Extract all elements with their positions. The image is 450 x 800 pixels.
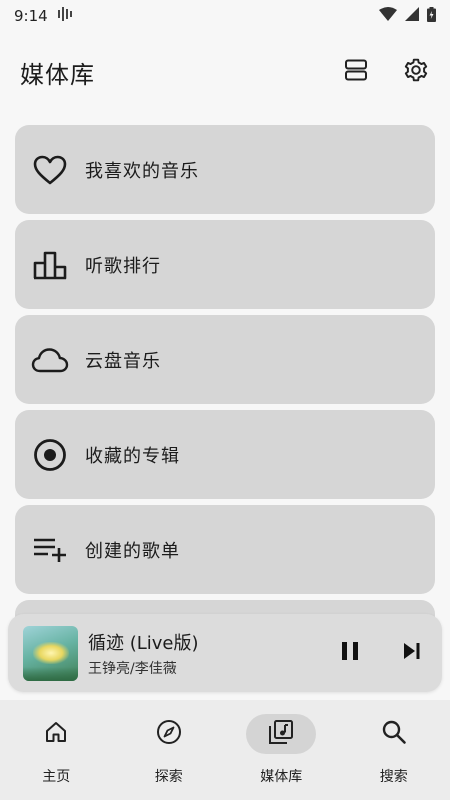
library-music-icon — [268, 719, 294, 749]
heart-icon — [31, 151, 69, 189]
nav-icon-container — [134, 714, 204, 754]
pause-button[interactable] — [336, 639, 364, 667]
library-item-saved-albums[interactable]: 收藏的专辑 — [15, 410, 435, 499]
signal-icon — [405, 7, 419, 25]
wifi-icon — [379, 7, 397, 25]
header-actions — [342, 58, 430, 86]
status-indicators — [379, 6, 436, 26]
layout-toggle-button[interactable] — [342, 58, 370, 86]
library-item-label: 创建的歌单 — [85, 540, 180, 562]
library-item-cloud-music[interactable]: 云盘音乐 — [15, 315, 435, 404]
track-title: 循迹 (Live版) — [88, 632, 199, 654]
nav-label: 搜索 — [379, 769, 408, 785]
skip-next-icon — [403, 642, 421, 664]
library-item-ranking[interactable]: 听歌排行 — [15, 220, 435, 309]
player-controls — [336, 639, 426, 667]
nav-icon-container-active — [246, 714, 317, 754]
bar-chart-icon — [31, 246, 69, 284]
library-item-label: 听歌排行 — [85, 255, 161, 277]
library-item-liked-music[interactable]: 我喜欢的音乐 — [15, 125, 435, 214]
battery-icon — [427, 6, 436, 26]
layout-icon — [344, 58, 368, 86]
status-bar: 9:14 — [0, 0, 450, 32]
home-icon — [44, 720, 68, 748]
playlist-add-icon — [31, 531, 69, 569]
pause-icon — [341, 641, 359, 665]
now-playing-bar[interactable]: 循迹 (Live版) 王铮亮/李佳薇 — [8, 614, 442, 692]
album-icon — [31, 436, 69, 474]
track-info[interactable]: 循迹 (Live版) 王铮亮/李佳薇 — [88, 629, 199, 678]
compass-icon — [156, 719, 182, 749]
nav-label: 主页 — [42, 769, 71, 785]
library-item-label: 云盘音乐 — [85, 350, 161, 372]
library-list: 我喜欢的音乐 听歌排行 云盘音乐 收藏的专辑 创建的歌单 — [15, 125, 435, 640]
nav-item-search[interactable]: 搜索 — [349, 714, 439, 786]
track-artist: 王铮亮/李佳薇 — [88, 660, 177, 677]
gear-icon — [403, 57, 429, 87]
skip-next-button[interactable] — [398, 639, 426, 667]
library-item-created-playlists[interactable]: 创建的歌单 — [15, 505, 435, 594]
search-icon — [381, 719, 407, 749]
audio-waveform-icon — [57, 7, 72, 25]
library-item-label: 我喜欢的音乐 — [85, 160, 199, 182]
album-cover-band — [23, 666, 78, 681]
page-title: 媒体库 — [20, 60, 95, 89]
cloud-icon — [31, 341, 69, 379]
nav-icon-container — [359, 714, 429, 754]
album-cover[interactable] — [23, 625, 78, 681]
nav-icon-container — [21, 714, 91, 754]
nav-item-library[interactable]: 媒体库 — [236, 714, 326, 786]
nav-label: 媒体库 — [260, 769, 303, 785]
album-cover-glow — [33, 641, 69, 664]
settings-button[interactable] — [402, 58, 430, 86]
status-time: 9:14 — [14, 7, 48, 25]
nav-item-explore[interactable]: 探索 — [124, 714, 214, 786]
nav-label: 探索 — [154, 769, 183, 785]
app-header: 媒体库 — [0, 40, 450, 104]
nav-item-home[interactable]: 主页 — [11, 714, 101, 786]
library-item-label: 收藏的专辑 — [85, 445, 180, 467]
bottom-navigation: 主页 探索 媒体库 搜索 — [0, 700, 450, 800]
